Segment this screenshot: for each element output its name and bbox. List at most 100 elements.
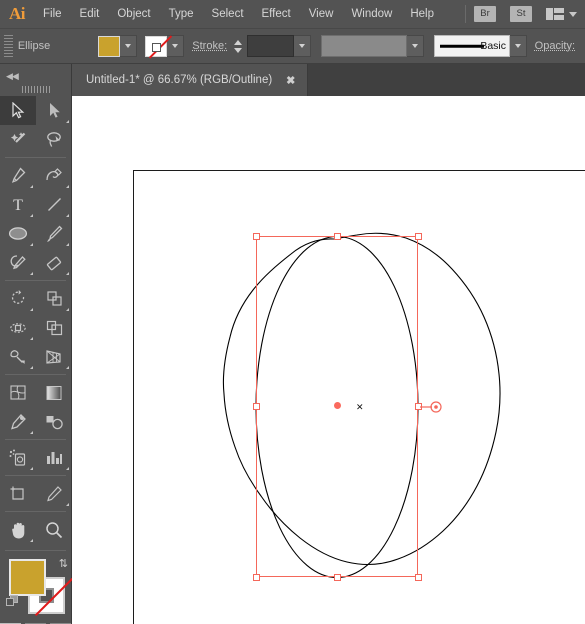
width-profile-dropdown[interactable] (320, 35, 407, 57)
menu-edit[interactable]: Edit (71, 0, 109, 28)
stock-button[interactable]: St (510, 6, 532, 22)
line-segment-tool[interactable] (36, 190, 72, 219)
stroke-weight-label[interactable]: Stroke: (192, 40, 227, 52)
curvature-tool[interactable] (36, 161, 72, 190)
mesh-tool[interactable] (0, 378, 36, 407)
flyout-indicator-icon (30, 539, 33, 542)
width-tool[interactable] (0, 313, 36, 342)
menu-type[interactable]: Type (160, 0, 203, 28)
ellipse-tool[interactable] (0, 219, 36, 248)
flyout-indicator-icon (66, 214, 69, 217)
tool-grid-draw: T (0, 161, 71, 277)
width-profile-dropdown-button[interactable] (406, 35, 424, 57)
chevron-down-icon[interactable] (569, 11, 577, 17)
object-type-label: Ellipse (17, 40, 51, 52)
menu-object[interactable]: Object (108, 0, 159, 28)
tool-divider (5, 550, 66, 551)
type-tool[interactable]: T (0, 190, 36, 219)
selection-handle-bottom-left[interactable] (252, 573, 260, 581)
blob-path (222, 232, 501, 565)
selection-tool[interactable] (0, 96, 36, 125)
flyout-indicator-icon (66, 185, 69, 188)
flyout-indicator-icon (30, 214, 33, 217)
tool-grid-color (0, 378, 71, 436)
direct-selection-tool[interactable] (36, 96, 72, 125)
brush-definition-value: Basic (480, 40, 506, 52)
blend-tool[interactable] (36, 407, 72, 436)
eyedropper-tool[interactable] (0, 407, 36, 436)
hand-tool[interactable] (0, 515, 36, 544)
artboard-tool[interactable] (0, 479, 36, 508)
menu-divider (465, 5, 466, 23)
double-chevron-left-icon[interactable]: ◀◀ (6, 71, 19, 82)
document-tab[interactable]: Untitled-1* @ 66.67% (RGB/Outline) ✖ (72, 64, 309, 96)
stroke-weight-input[interactable] (246, 35, 295, 57)
shape-builder-tool[interactable] (0, 342, 36, 371)
swap-fill-stroke-icon[interactable]: ⇅ (59, 557, 68, 570)
document-canvas[interactable]: ✕ (72, 96, 585, 624)
selection-handle-top-right[interactable] (414, 232, 422, 240)
fill-stroke-proxy: ⇅ (0, 555, 74, 617)
stroke-weight-stepper[interactable] (231, 34, 246, 58)
close-icon[interactable]: ✖ (286, 74, 295, 87)
paintbrush-tool[interactable] (36, 219, 72, 248)
tool-grid-symbols (0, 443, 71, 472)
selection-handle-middle-left[interactable] (252, 403, 260, 410)
menu-file[interactable]: File (34, 0, 71, 28)
rotate-cursor-icon (420, 401, 442, 413)
menu-view[interactable]: View (300, 0, 343, 28)
menu-help[interactable]: Help (401, 0, 443, 28)
selection-handle-bottom-center[interactable] (333, 573, 341, 581)
flyout-indicator-icon (66, 467, 69, 470)
fill-color-swatch[interactable] (98, 35, 121, 57)
fill-dropdown-button[interactable] (120, 35, 138, 57)
toolbar-grip[interactable] (22, 86, 50, 93)
menu-select[interactable]: Select (203, 0, 253, 28)
brush-definition-dropdown[interactable]: Basic (433, 35, 510, 57)
tool-divider (5, 439, 66, 440)
flyout-indicator-icon (30, 308, 33, 311)
fill-proxy-swatch[interactable] (9, 559, 46, 596)
stroke-color-swatch[interactable] (145, 35, 168, 57)
stroke-swatch-group (145, 35, 185, 57)
perspective-grid-tool[interactable] (36, 342, 72, 371)
tool-divider (5, 511, 66, 512)
selection-handle-top-center[interactable] (333, 232, 341, 240)
selection-handle-top-left[interactable] (252, 232, 260, 240)
symbol-sprayer-tool[interactable] (0, 443, 36, 472)
chevron-down-icon (514, 44, 521, 48)
chevron-down-icon (298, 44, 305, 48)
brush-stroke-preview-icon (439, 44, 484, 48)
column-graph-tool[interactable] (36, 443, 72, 472)
slice-tool[interactable] (36, 479, 72, 508)
stroke-weight-dropdown-button[interactable] (294, 35, 311, 57)
zoom-tool[interactable] (36, 515, 72, 544)
scale-tool[interactable] (36, 284, 72, 313)
selection-handle-bottom-right[interactable] (414, 573, 422, 581)
shaper-tool[interactable] (0, 248, 36, 277)
workspace-switcher-icon[interactable] (546, 8, 564, 20)
panel-grip[interactable] (4, 35, 13, 57)
brush-definition-dropdown-button[interactable] (510, 35, 527, 57)
opacity-label[interactable]: Opacity: (535, 40, 575, 52)
stepper-up-icon[interactable] (234, 39, 243, 45)
magic-wand-tool[interactable] (0, 125, 36, 154)
tool-grid-nav (0, 515, 71, 544)
flyout-indicator-icon (66, 308, 69, 311)
default-fill-stroke-icon[interactable] (6, 595, 19, 608)
free-transform-tool[interactable] (36, 313, 72, 342)
flyout-indicator-icon (30, 185, 33, 188)
tools-panel: T ⇅ (0, 96, 74, 624)
gradient-tool[interactable] (36, 378, 72, 407)
pen-tool[interactable] (0, 161, 36, 190)
eraser-tool[interactable] (36, 248, 72, 277)
flyout-indicator-icon (66, 120, 69, 123)
rotate-tool[interactable] (0, 284, 36, 313)
stepper-down-icon[interactable] (234, 47, 243, 53)
menu-window[interactable]: Window (342, 0, 401, 28)
center-anchor-point[interactable] (333, 402, 341, 409)
artwork-layer (222, 232, 501, 579)
bridge-button[interactable]: Br (474, 6, 496, 22)
menu-effect[interactable]: Effect (253, 0, 300, 28)
lasso-tool[interactable] (36, 125, 72, 154)
